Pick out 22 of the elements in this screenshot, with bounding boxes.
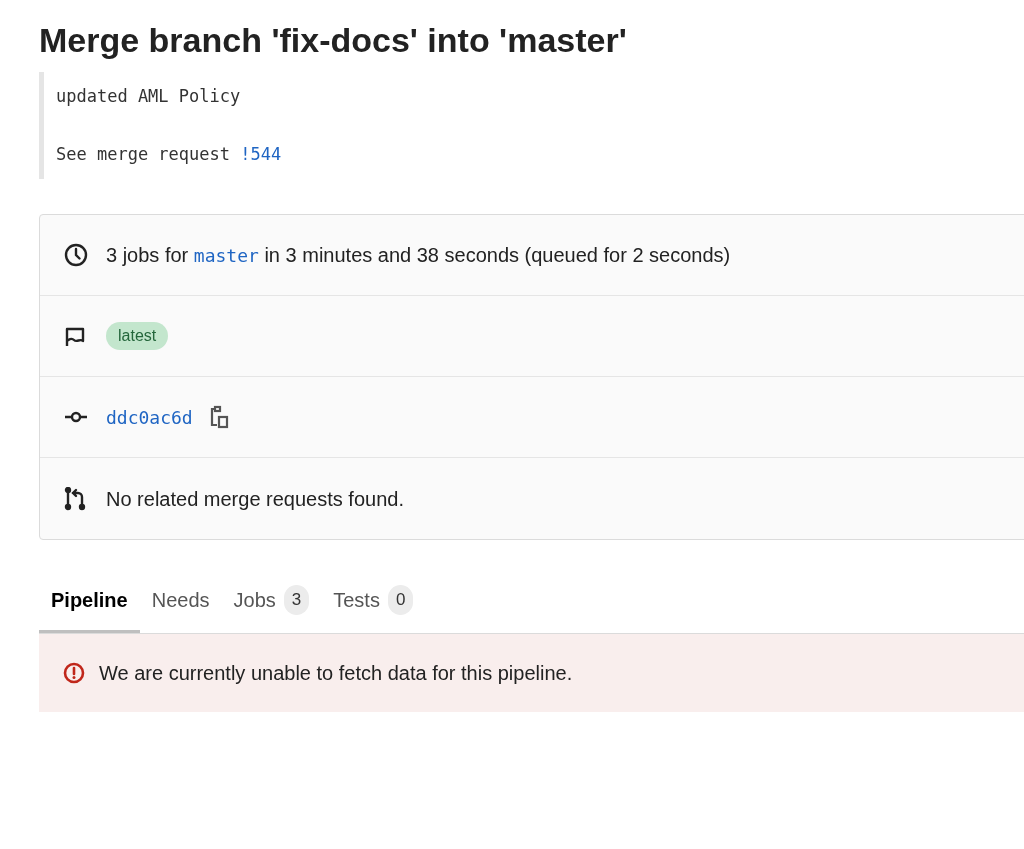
- error-message: We are currently unable to fetch data for this pipeline.: [99, 661, 573, 686]
- duration-text: in 3 minutes and 38 seconds (queued for 2 seconds): [263, 243, 731, 268]
- clock-icon: [64, 243, 88, 267]
- flag-icon: [64, 325, 86, 347]
- clipboard-icon[interactable]: [208, 405, 229, 429]
- pipeline-tab[interactable]: Jobs 3: [221, 570, 322, 633]
- commit-sha-link[interactable]: ddc0ac6d: [106, 403, 193, 431]
- count-badge: 0: [387, 585, 414, 615]
- commit-icon: [64, 410, 88, 424]
- jobs-summary-text: 3 jobs for: [106, 243, 190, 268]
- pipeline-tab[interactable]: Tests 0: [321, 570, 426, 633]
- merge-request-text: See merge request: [56, 143, 231, 164]
- merge-request-icon: [64, 486, 86, 511]
- no-merge-requests-text: No related merge requests found.: [106, 486, 404, 512]
- count-badge: 3: [283, 585, 310, 615]
- latest-badge: latest: [106, 322, 169, 350]
- description-line: updated AML Policy: [56, 85, 242, 108]
- branch-link[interactable]: master: [193, 241, 259, 269]
- merge-request-link[interactable]: !544: [240, 143, 282, 164]
- pipeline-tab[interactable]: Needs: [139, 570, 222, 633]
- error-icon: [63, 662, 85, 684]
- page-title: Merge branch 'fix-docs' into 'master': [39, 20, 628, 61]
